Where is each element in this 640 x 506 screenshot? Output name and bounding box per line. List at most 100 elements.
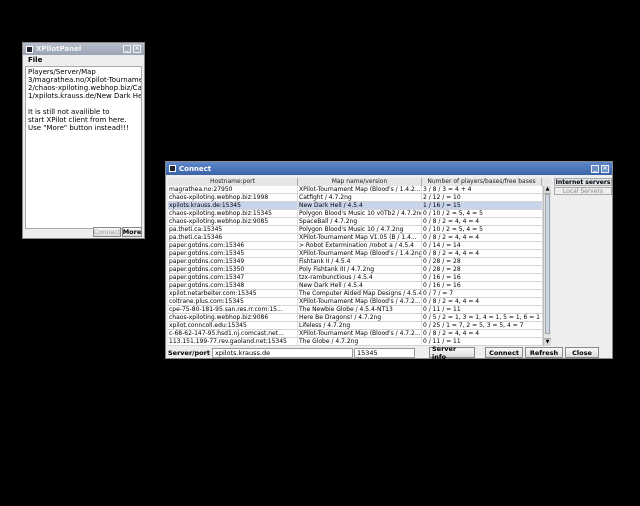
server-input[interactable]: xpilots.krauss.de [212, 347, 353, 358]
cell-map: tzx-rambunctious / 4.5.4 [298, 274, 422, 281]
cell-players: 0 / 25 / 1 = 7, 2 = 5, 3 = 5, 4 = 7 [422, 322, 543, 329]
cell-map: XPilot-Tournament Map (Blood's / 1.4.2ng… [299, 250, 422, 257]
table-row[interactable]: xpilots.krauss.de:15345 New Dark Hell / 4… [168, 202, 543, 210]
table-row[interactable]: cpe-75-80-181-95.san.res.rr.com:15... The… [168, 306, 543, 314]
cell-hostname: xpilots.krauss.de:15345 [168, 202, 298, 209]
cell-hostname: xpilot.conncoll.edu:15345 [168, 322, 298, 329]
cell-players: 0 / 8 / 2 = 4, 4 = 4 [422, 298, 543, 305]
table-row[interactable]: xpilot.conncoll.edu:15345 Lifeless / 4.7.… [168, 322, 543, 330]
table-row[interactable]: pa.theti.ca:15345 Polygon Blood's Music 1… [168, 226, 543, 234]
cell-map: Catfight / 4.7.2ng [298, 194, 422, 201]
table-row[interactable]: paper.gotdns.com:15347 tzx-rambunctious /… [168, 274, 543, 282]
xpilot-panel-window: XPilotPanel _ × File Players/Server/Map … [22, 42, 145, 239]
menu-file[interactable]: File [23, 55, 144, 65]
cell-map: SpaceBall / 4.7.2ng [298, 218, 422, 225]
table-body: magrathea.no:27950 XPilot-Tournament Map … [168, 186, 543, 346]
close-icon[interactable]: × [133, 45, 141, 53]
panel-titlebar[interactable]: XPilotPanel _ × [23, 43, 144, 55]
scroll-thumb[interactable] [545, 194, 550, 334]
table-row[interactable]: paper.gotdns.com:15349 Fishtank II / 4.5.… [168, 258, 543, 266]
table-row[interactable]: paper.gotdns.com:15345 XPilot-Tournament … [168, 250, 543, 258]
table-row[interactable]: xpilot.netarbeiter.com:15345 The Computer… [168, 290, 543, 298]
close-button[interactable]: Close [565, 347, 599, 358]
table-row[interactable]: pa.theti.ca:15346 XPilot-Tournament Map V… [168, 234, 543, 242]
cell-players: 0 / 14 / = 14 [422, 242, 543, 249]
cell-hostname: paper.gotdns.com:15346 [168, 242, 298, 249]
server-info-button[interactable]: Server info [429, 345, 475, 361]
connect-button[interactable]: Connect [485, 347, 523, 358]
cell-hostname: paper.gotdns.com:15349 [168, 258, 298, 265]
table-row[interactable]: c-68-62-147-95.hsd1.nj.comcast.net... XPi… [168, 330, 543, 338]
cell-hostname: 113.151.199-77.rev.gaoland.net:15345 [168, 338, 298, 345]
minimize-icon[interactable]: _ [123, 45, 131, 53]
cell-map: Polygon Blood's Music 10 / 4.7.2ng [298, 226, 422, 233]
cell-hostname: pa.theti.ca:15345 [168, 226, 298, 233]
column-header-map[interactable]: Map name/version [298, 178, 422, 186]
table-row[interactable]: chaos-xpiloting.webhop.biz:15345 Polygon … [168, 210, 543, 218]
cell-players: 0 / 16 / = 16 [422, 274, 543, 281]
table-row[interactable]: magrathea.no:27950 XPilot-Tournament Map … [168, 186, 543, 194]
panel-title: XPilotPanel [36, 45, 82, 53]
panel-connect-button[interactable]: Connect [93, 227, 121, 237]
connect-window: Connect _ × Hostname:port Map name/versi… [165, 161, 613, 361]
server-table: Hostname:port Map name/version Number of… [168, 178, 551, 506]
cell-map: XPilot-Tournament Map (Blood's / 4.7.2..… [299, 298, 422, 305]
table-row[interactable]: 113.151.199-77.rev.gaoland.net:15345 The … [168, 338, 543, 346]
cell-hostname: chaos-xpiloting.webhop.biz:9086 [168, 314, 298, 321]
table-row[interactable]: chaos-xpiloting.webhop.biz:9085 SpaceBall… [168, 218, 543, 226]
server-tabs: Internet servers Local Servers [554, 178, 612, 196]
minimize-icon[interactable]: _ [591, 164, 599, 173]
cell-hostname: magrathea.no:27950 [168, 186, 298, 193]
table-row[interactable]: paper.gotdns.com:15348 New Dark Hell / 4.… [168, 282, 543, 290]
cell-hostname: c-68-62-147-95.hsd1.nj.comcast.net... [168, 330, 298, 337]
table-row[interactable]: paper.gotdns.com:15346 > Robot Exterminat… [168, 242, 543, 250]
connect-bottom-bar: Server/port xpilots.krauss.de 15345 Serv… [166, 345, 612, 361]
scroll-down-icon[interactable]: ▼ [544, 338, 551, 346]
column-header-hostname[interactable]: Hostname:port [168, 178, 298, 186]
cell-map: > Robot Extermination /robot a / 4.5.4 [298, 242, 422, 249]
cell-map: The Globe / 4.7.2ng [298, 338, 422, 345]
cell-players: 0 / 16 / = 16 [422, 282, 543, 289]
port-input[interactable]: 15345 [354, 347, 415, 358]
table-row[interactable]: chaos-xpiloting.webhop.biz:1998 Catfight … [168, 194, 543, 202]
tab-local-servers[interactable]: Local Servers [554, 187, 612, 195]
scroll-up-icon[interactable]: ▲ [544, 186, 551, 194]
cell-players: 0 / 8 / 2 = 4, 4 = 4 [422, 250, 543, 257]
cell-hostname: chaos-xpiloting.webhop.biz:1998 [168, 194, 298, 201]
cell-hostname: paper.gotdns.com:15348 [168, 282, 298, 289]
cell-players: 1 / 16 / = 15 [422, 202, 543, 209]
close-icon[interactable]: × [601, 164, 609, 173]
cell-map: Fishtank II / 4.5.4 [298, 258, 422, 265]
cell-map: The Computer Aided Map Designs / 4.5.4 [299, 290, 422, 297]
cell-players: 0 / 8 / 2 = 4, 4 = 4 [422, 218, 543, 225]
cell-map: New Dark Hell / 4.5.4 [298, 202, 422, 209]
more-button[interactable]: More [122, 227, 142, 237]
cell-map: Lifeless / 4.7.2ng [298, 322, 422, 329]
cell-map: New Dark Hell / 4.5.4 [298, 282, 422, 289]
cell-map: XPilot-Tournament Map (Blood's / 1.4.2..… [299, 186, 422, 193]
cell-map: Polygon Blood's Music 10 v0Tb2 / 4.7.2ng [299, 210, 422, 217]
tab-internet-servers[interactable]: Internet servers [554, 178, 612, 186]
refresh-button[interactable]: Refresh [525, 347, 563, 358]
column-header-players[interactable]: Number of players/bases/free bases [422, 178, 542, 186]
cell-players: 0 / 11 / = 11 [422, 306, 543, 313]
cell-hostname: paper.gotdns.com:15350 [168, 266, 298, 273]
cell-players: 3 / 8 / 3 = 4 + 4 [422, 186, 543, 193]
cell-players: 0 / 28 / = 28 [422, 258, 543, 265]
cell-map: Here Be Dragons! / 4.7.2ng [298, 314, 422, 321]
connect-titlebar[interactable]: Connect _ × [166, 162, 612, 175]
cell-players: 0 / 8 / 2 = 4, 4 = 4 [422, 234, 543, 241]
cell-map: XPilot-Tournament Map (Blood's / 4.7.2..… [299, 330, 422, 337]
cell-hostname: paper.gotdns.com:15345 [168, 250, 298, 257]
panel-server-list-text[interactable]: Players/Server/Map 3/magrathea.no/Xpilot… [25, 66, 142, 229]
cell-players: 0 / 5 / 2 = 1, 3 = 1, 4 = 1, 5 = 1, 6 = … [422, 314, 543, 321]
cell-players: 2 / 12 / = 10 [422, 194, 543, 201]
cell-hostname: chaos-xpiloting.webhop.biz:9085 [168, 218, 298, 225]
cell-hostname: pa.theti.ca:15346 [168, 234, 298, 241]
table-scrollbar[interactable]: ▲ ▼ [543, 186, 551, 346]
cell-hostname: paper.gotdns.com:15347 [168, 274, 298, 281]
table-row[interactable]: chaos-xpiloting.webhop.biz:9086 Here Be D… [168, 314, 543, 322]
app-icon [169, 165, 176, 172]
table-row[interactable]: coltrane.plus.com:15345 XPilot-Tournament… [168, 298, 543, 306]
table-row[interactable]: paper.gotdns.com:15350 Poly Fishtank III … [168, 266, 543, 274]
